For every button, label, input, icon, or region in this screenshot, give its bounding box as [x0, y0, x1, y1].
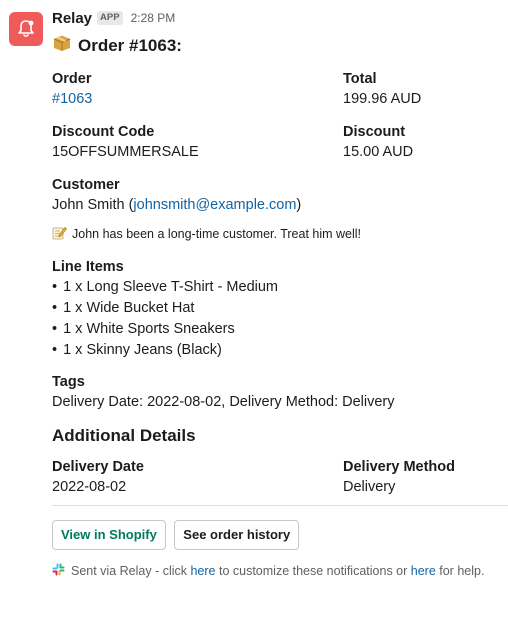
line-item: 1 x Wide Bucket Hat — [52, 298, 508, 319]
app-badge: APP — [97, 11, 123, 25]
additional-details-title: Additional Details — [52, 426, 196, 445]
customer-section: Customer John Smith (johnsmith@example.c… — [52, 175, 508, 215]
timestamp[interactable]: 2:28 PM — [131, 11, 176, 25]
line-item: 1 x White Sports Sneakers — [52, 319, 508, 340]
discount-row: Discount Code 15OFFSUMMERSALE Discount 1… — [52, 122, 508, 162]
customer-note: John has been a long-time customer. Trea… — [52, 225, 508, 243]
tags-value: Delivery Date: 2022-08-02, Delivery Meth… — [52, 394, 395, 410]
action-buttons: View in Shopify See order history — [52, 520, 508, 550]
line-items-section: Line Items 1 x Long Sleeve T-Shirt - Med… — [52, 257, 508, 361]
footer-text: for help. — [435, 564, 485, 578]
discount-code-label: Discount Code — [52, 124, 155, 140]
message-title: Order #1063: — [52, 34, 508, 57]
customer-label: Customer — [52, 177, 120, 193]
line-item: 1 x Skinny Jeans (Black) — [52, 340, 508, 361]
help-here-link[interactable]: here — [411, 564, 436, 578]
order-title: Order #1063: — [78, 35, 182, 55]
customer-value: John Smith (johnsmith@example.com) — [52, 195, 508, 215]
bell-icon — [18, 20, 34, 38]
discount-label: Discount — [343, 124, 406, 140]
avatar[interactable] — [9, 12, 43, 46]
footer-text: Sent via Relay - click — [71, 564, 191, 578]
delivery-method-label: Delivery Method — [343, 459, 455, 475]
line-item: 1 x Long Sleeve T-Shirt - Medium — [52, 277, 508, 298]
total-value: 199.96 AUD — [343, 91, 422, 107]
discount-value: 15.00 AUD — [343, 144, 414, 160]
divider — [52, 505, 508, 506]
tags-section: Tags Delivery Date: 2022-08-02, Delivery… — [52, 372, 508, 412]
customer-email-link[interactable]: johnsmith@example.com — [133, 197, 296, 213]
customize-here-link[interactable]: here — [190, 564, 215, 578]
note-text: John has been a long-time customer. Trea… — [72, 227, 362, 241]
see-order-history-button[interactable]: See order history — [174, 520, 300, 550]
total-label: Total — [343, 71, 377, 87]
order-label: Order — [52, 71, 92, 87]
message-header: Relay APP 2:28 PM — [52, 8, 508, 28]
customer-close: ) — [296, 197, 302, 213]
footer: Sent via Relay - click here to customize… — [52, 563, 508, 579]
message: Relay APP 2:28 PM Order #1063: Order #10… — [52, 8, 508, 579]
sender-name[interactable]: Relay — [52, 10, 92, 27]
memo-icon — [52, 225, 67, 243]
slack-icon — [52, 563, 65, 579]
view-in-shopify-button[interactable]: View in Shopify — [52, 520, 166, 550]
delivery-method-value: Delivery — [343, 479, 396, 495]
order-total-row: Order #1063 Total 199.96 AUD — [52, 69, 508, 109]
footer-text: to customize these notifications or — [215, 564, 411, 578]
customer-name: John Smith ( — [52, 197, 134, 213]
tags-label: Tags — [52, 374, 85, 390]
delivery-date-label: Delivery Date — [52, 459, 144, 475]
order-number-link[interactable]: #1063 — [52, 91, 92, 107]
line-items-label: Line Items — [52, 259, 124, 275]
discount-code-value: 15OFFSUMMERSALE — [52, 144, 199, 160]
delivery-date-value: 2022-08-02 — [52, 479, 127, 495]
package-icon — [52, 34, 72, 57]
line-items-list: 1 x Long Sleeve T-Shirt - Medium 1 x Wid… — [52, 277, 508, 361]
delivery-row: Delivery Date 2022-08-02 Delivery Method… — [52, 457, 508, 497]
